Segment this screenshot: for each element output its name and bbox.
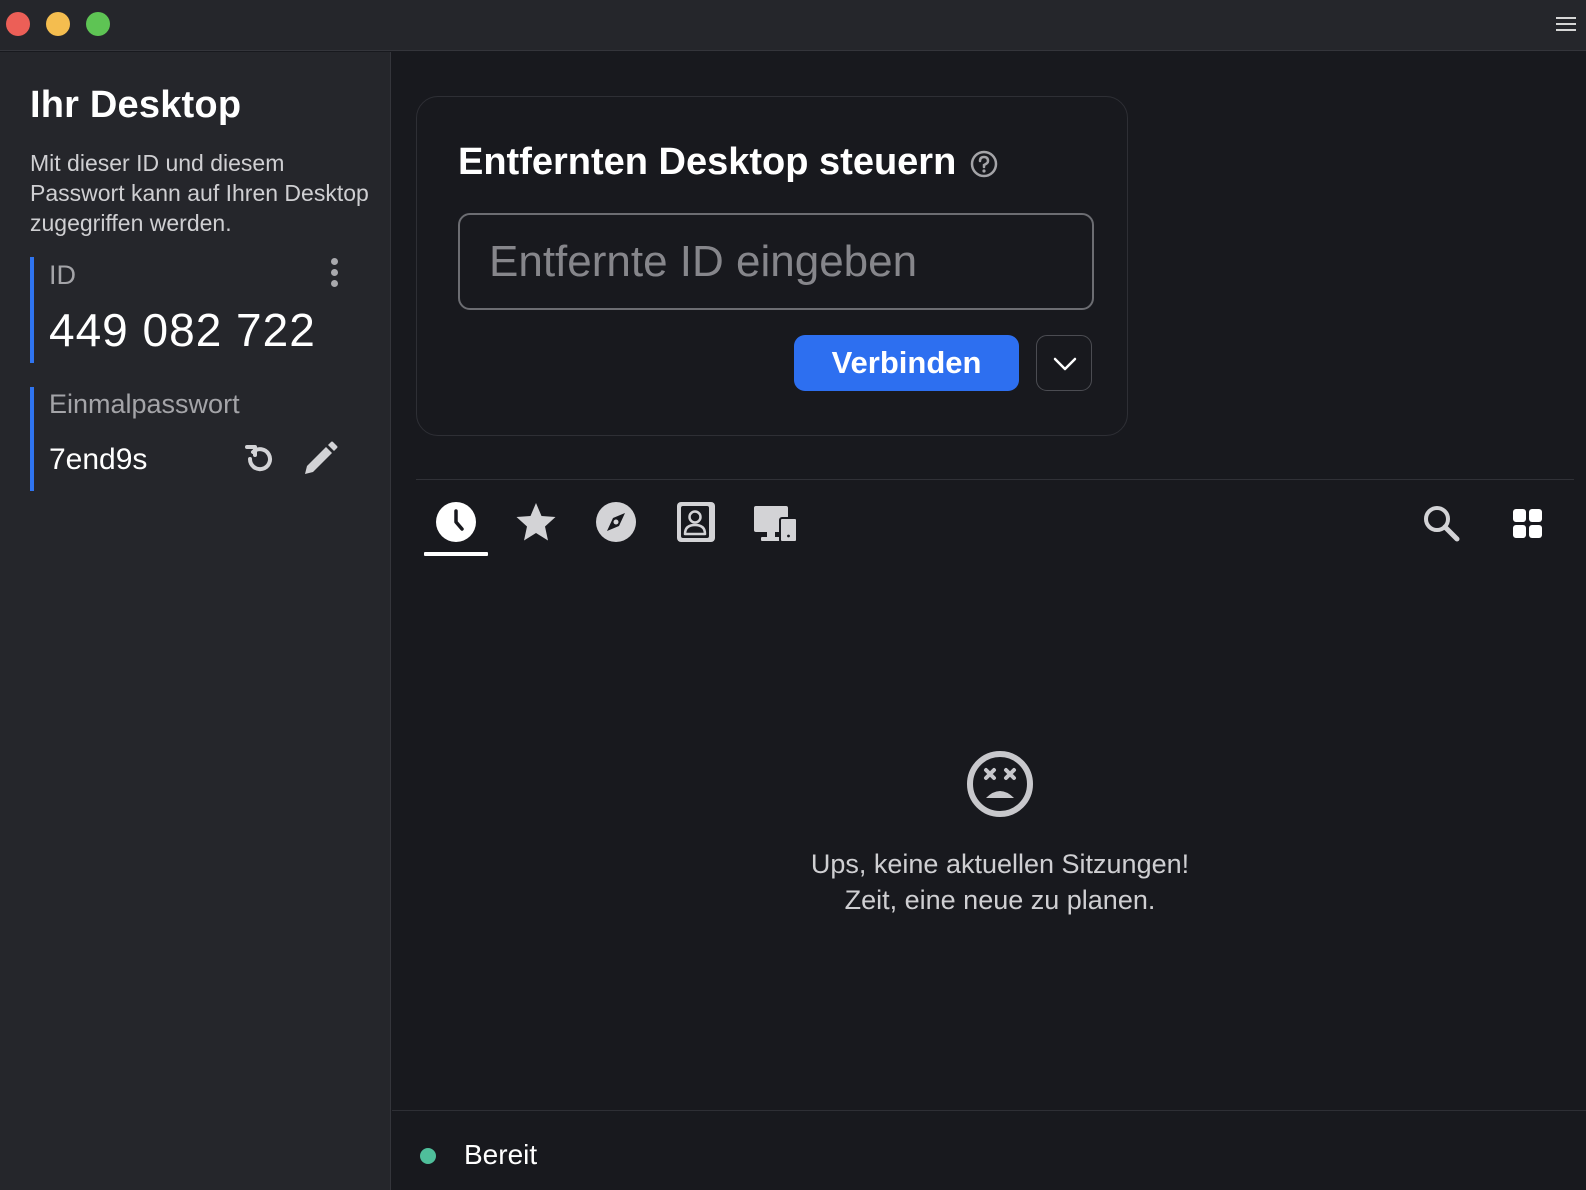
connect-card: Entfernten Desktop steuern Verbinden: [416, 96, 1128, 436]
pencil-icon[interactable]: [300, 439, 340, 479]
clock-icon: [436, 502, 476, 542]
password-label: Einmalpasswort: [49, 389, 240, 419]
search-icon[interactable]: [1422, 504, 1462, 544]
empty-state-line2: Zeit, eine neue zu planen.: [844, 885, 1156, 915]
remote-id-input[interactable]: [458, 213, 1094, 310]
password-value[interactable]: 7end9s: [49, 443, 147, 477]
close-window-button[interactable]: [6, 12, 30, 36]
contact-book-icon: [677, 502, 715, 542]
sidebar-description: Mit dieser ID und diesem Passwort kann a…: [30, 150, 369, 236]
divider: [416, 479, 1574, 480]
chevron-down-icon: [1053, 357, 1077, 371]
star-icon: [516, 503, 556, 541]
empty-state-message: Ups, keine aktuellen Sitzungen! Zeit, ei…: [592, 846, 1408, 918]
refresh-icon[interactable]: [240, 439, 280, 479]
connect-button[interactable]: Verbinden: [794, 335, 1019, 391]
tab-favorites[interactable]: [504, 500, 568, 556]
devices-icon: [754, 506, 798, 543]
sad-face-icon: [966, 750, 1034, 818]
id-label: ID: [49, 260, 76, 290]
status-indicator: [420, 1148, 436, 1164]
maximize-window-button[interactable]: [86, 12, 110, 36]
connect-title: Entfernten Desktop steuern: [458, 141, 957, 183]
id-value[interactable]: 449 082 722: [49, 303, 316, 357]
id-section: ID 449 082 722: [30, 257, 350, 363]
connect-options-dropdown[interactable]: [1036, 335, 1092, 391]
status-text: Bereit: [464, 1139, 538, 1170]
tab-address-book[interactable]: [664, 500, 728, 556]
more-options-icon[interactable]: [328, 257, 342, 289]
compass-icon: [596, 502, 636, 542]
help-icon[interactable]: [969, 149, 999, 179]
minimize-window-button[interactable]: [46, 12, 70, 36]
password-section: Einmalpasswort 7end9s: [30, 387, 350, 491]
main-panel: Entfernten Desktop steuern Verbinden: [392, 52, 1586, 1190]
empty-state-line1: Ups, keine aktuellen Sitzungen!: [810, 849, 1190, 879]
title-bar: [0, 0, 1586, 51]
tab-recent-sessions[interactable]: [424, 500, 488, 556]
sidebar-title: Ihr Desktop: [30, 84, 242, 126]
tab-discovered[interactable]: [584, 500, 648, 556]
status-bar: Bereit: [392, 1110, 1586, 1190]
tab-devices[interactable]: [744, 500, 808, 556]
grid-view-icon[interactable]: [1512, 508, 1544, 540]
hamburger-menu-icon[interactable]: [1546, 12, 1586, 38]
sidebar: Ihr Desktop Mit dieser ID und diesem Pas…: [0, 52, 391, 1190]
